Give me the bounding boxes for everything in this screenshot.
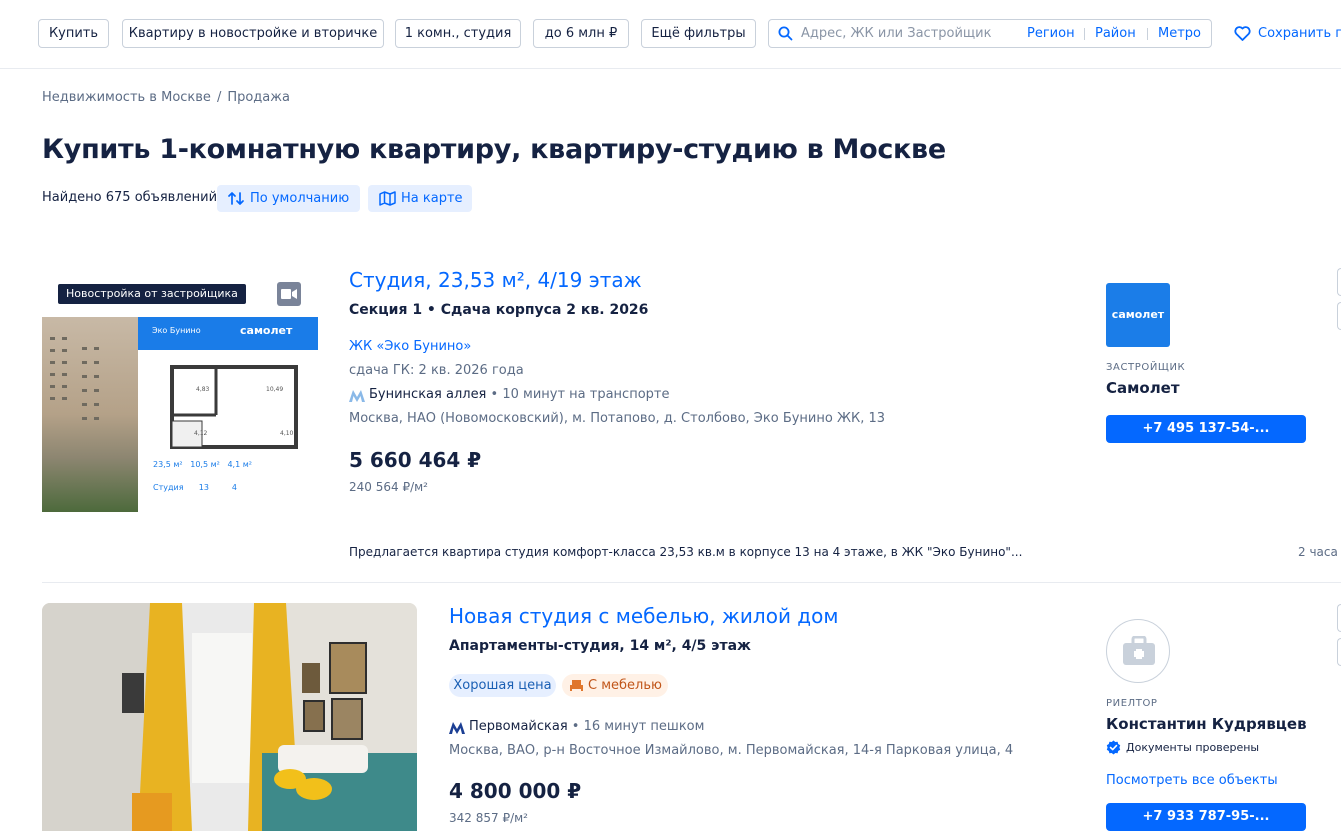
- verified-check-icon: [1106, 740, 1121, 755]
- svg-text:10,49: 10,49: [266, 386, 283, 393]
- listing-description: Предлагается квартира студия комфорт-кла…: [349, 545, 1023, 559]
- all-objects-link[interactable]: Посмотреть все объекты: [1106, 773, 1278, 788]
- breadcrumb: Недвижимость в Москве / Продажа: [42, 90, 290, 105]
- more-actions-button[interactable]: [1337, 638, 1341, 666]
- agent-role: ЗАСТРОЙЩИК: [1106, 362, 1186, 373]
- metro-station[interactable]: Бунинская аллея • 10 минут на транспорте: [369, 387, 669, 402]
- deal-type-button[interactable]: Купить: [38, 19, 109, 48]
- heart-icon: [1234, 26, 1251, 41]
- breadcrumb-separator: /: [216, 90, 222, 105]
- listing-divider: [42, 582, 1341, 583]
- plan-header: Эко Бунино самолет: [138, 317, 318, 350]
- favorite-button[interactable]: [1337, 604, 1341, 632]
- metro-link[interactable]: Метро: [1158, 20, 1201, 47]
- district-link[interactable]: Район: [1095, 20, 1136, 47]
- save-search-label: Сохранить по: [1258, 26, 1341, 41]
- results-count: Найдено 675 объявлений: [42, 190, 218, 205]
- furniture-tag-label: С мебелью: [588, 678, 662, 693]
- plan-stats-areas: 23,5 м² 10,5 м² 4,1 м²: [153, 460, 252, 469]
- search-icon: [778, 26, 793, 45]
- listing-photo[interactable]: 4,83 10,49 4,12 4,10 Эко Бунино самолет …: [42, 317, 318, 512]
- search-placeholder: Адрес, ЖК или Застройщик: [801, 26, 992, 41]
- agent-name[interactable]: Константин Кудрявцев: [1106, 715, 1307, 733]
- listing-address[interactable]: Москва, НАО (Новомосковский), м. Потапов…: [349, 411, 885, 426]
- price-button[interactable]: до 6 млн ₽: [533, 19, 629, 48]
- armchair-icon: [570, 680, 583, 691]
- plan-stats-type: Студия 13 4: [153, 483, 237, 492]
- property-type-button[interactable]: Квартиру в новостройке и вторичке: [122, 19, 384, 48]
- new-building-badge: Новостройка от застройщика: [58, 284, 246, 304]
- sort-label: По умолчанию: [250, 191, 350, 206]
- search-input[interactable]: Адрес, ЖК или Застройщик Регион Район Ме…: [768, 19, 1212, 48]
- sort-button[interactable]: По умолчанию: [217, 185, 360, 212]
- avatar[interactable]: [1106, 619, 1170, 683]
- agent-role: РИЕЛТОР: [1106, 698, 1158, 709]
- metro-icon: [349, 390, 365, 402]
- breadcrumb-item[interactable]: Продажа: [227, 90, 290, 105]
- delivery-date: сдача ГК: 2 кв. 2026 года: [349, 363, 524, 378]
- more-actions-button[interactable]: [1337, 302, 1341, 330]
- svg-text:4,10: 4,10: [280, 430, 294, 437]
- map-icon: [379, 191, 396, 206]
- breadcrumb-item[interactable]: Недвижимость в Москве: [42, 90, 211, 105]
- building-photo: [42, 317, 138, 512]
- video-icon[interactable]: [277, 282, 301, 306]
- favorite-button[interactable]: [1337, 268, 1341, 296]
- rooms-button[interactable]: 1 комн., студия: [395, 19, 521, 48]
- furniture-tag: С мебелью: [562, 674, 668, 697]
- map-label: На карте: [401, 191, 463, 206]
- listing-photo[interactable]: [42, 603, 417, 831]
- filter-bar: Купить Квартиру в новостройке и вторичке…: [0, 0, 1341, 69]
- separator: [1084, 28, 1085, 40]
- region-link[interactable]: Регион: [1027, 20, 1075, 47]
- good-price-tag: Хорошая цена: [449, 674, 556, 697]
- listing-time: 2 часа: [1298, 545, 1338, 559]
- metro-icon: [449, 722, 465, 734]
- listing-title-link[interactable]: Новая студия с мебелью, жилой дом: [449, 604, 838, 628]
- agent-logo[interactable]: самолет: [1106, 283, 1170, 347]
- listing-price: 4 800 000 ₽: [449, 779, 582, 803]
- listing-address[interactable]: Москва, ВАО, р-н Восточное Измайлово, м.…: [449, 743, 1013, 758]
- separator: [1147, 28, 1148, 40]
- sort-icon: [228, 192, 244, 205]
- page-title: Купить 1-комнатную квартиру, квартиру-ст…: [42, 134, 946, 165]
- briefcase-icon: [1123, 636, 1155, 665]
- show-phone-button[interactable]: +7 933 787-95-...: [1106, 803, 1306, 831]
- listing-subtitle: Апартаменты-студия, 14 м², 4/5 этаж: [449, 638, 751, 654]
- complex-link[interactable]: ЖК «Эко Бунино»: [349, 339, 471, 354]
- agent-name[interactable]: Самолет: [1106, 379, 1180, 397]
- listing-price: 5 660 464 ₽: [349, 448, 482, 472]
- plan-stats: 23,5 м² 10,5 м² 4,1 м² Студия 13 4: [153, 460, 252, 492]
- listing-subtitle: Секция 1 • Сдача корпуса 2 кв. 2026: [349, 302, 649, 318]
- svg-text:4,12: 4,12: [194, 430, 208, 437]
- metro-station[interactable]: Первомайская • 16 минут пешком: [469, 719, 704, 734]
- map-button[interactable]: На карте: [368, 185, 472, 212]
- brand-logo: самолет: [240, 324, 293, 337]
- svg-text:4,83: 4,83: [196, 386, 210, 393]
- listing-title-link[interactable]: Студия, 23,53 м², 4/19 этаж: [349, 268, 642, 292]
- price-per-meter: 342 857 ₽/м²: [449, 811, 528, 825]
- more-filters-button[interactable]: Ещё фильтры: [641, 19, 756, 48]
- show-phone-button[interactable]: +7 495 137-54-...: [1106, 415, 1306, 443]
- complex-label: Эко Бунино: [152, 326, 201, 335]
- verified-label: Документы проверены: [1126, 741, 1260, 754]
- price-per-meter: 240 564 ₽/м²: [349, 480, 428, 494]
